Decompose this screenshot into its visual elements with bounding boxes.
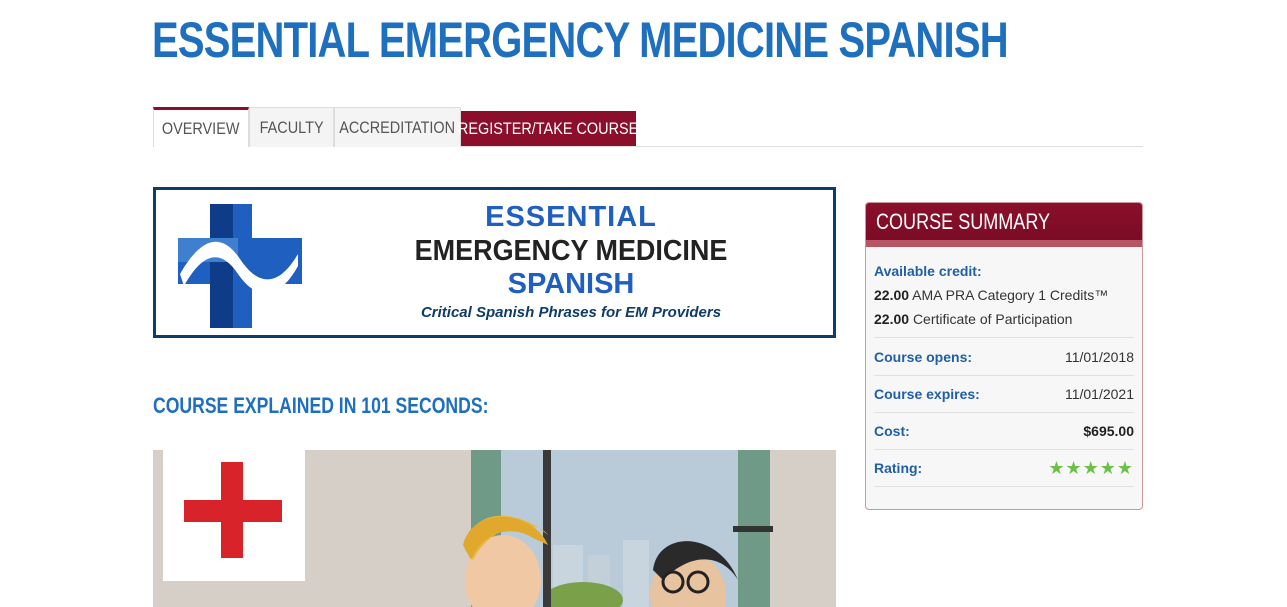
video-thumbnail — [153, 450, 836, 607]
course-banner: ESSENTIAL EMERGENCY MEDICINE SPANISH Cri… — [153, 187, 836, 338]
banner-title-line3: SPANISH — [507, 268, 635, 300]
page-title: ESSENTIAL EMERGENCY MEDICINE SPANISH — [152, 12, 1009, 68]
tab-faculty[interactable]: FACULTY — [249, 107, 334, 147]
medical-cross-wave-icon — [178, 204, 302, 328]
banner-title-line2: EMERGENCY MEDICINE — [414, 235, 728, 267]
course-summary-panel: COURSE SUMMARY Available credit: 22.00 A… — [865, 202, 1143, 510]
course-video[interactable] — [153, 450, 836, 607]
tab-overview[interactable]: OVERVIEW — [153, 107, 249, 147]
banner-title-line1: ESSENTIAL — [485, 201, 657, 233]
course-opens-row: Course opens: 11/01/2018 — [874, 348, 1134, 365]
banner-tagline: Critical Spanish Phrases for EM Provider… — [420, 304, 722, 321]
course-expires-row: Course expires: 11/01/2021 — [874, 375, 1134, 412]
course-tabs: OVERVIEW FACULTY ACCREDITATION REGISTER/… — [153, 107, 639, 147]
cost-row: Cost: $695.00 — [874, 412, 1134, 449]
tab-register-take-course[interactable]: REGISTER/TAKE COURSE — [458, 111, 639, 146]
tab-accreditation[interactable]: ACCREDITATION — [334, 107, 461, 147]
video-section-heading: COURSE EXPLAINED IN 101 SECONDS: — [153, 393, 489, 418]
available-credit-label: Available credit: — [874, 263, 982, 279]
rating-stars-icon: ★★★★★ — [1048, 457, 1134, 478]
credit-certificate: 22.00 Certificate of Participation — [874, 311, 1073, 327]
rating-row: Rating: ★★★★★ — [874, 449, 1134, 486]
course-summary-header: COURSE SUMMARY — [866, 203, 1142, 247]
credit-ama: 22.00 AMA PRA Category 1 Credits™ — [874, 287, 1109, 303]
